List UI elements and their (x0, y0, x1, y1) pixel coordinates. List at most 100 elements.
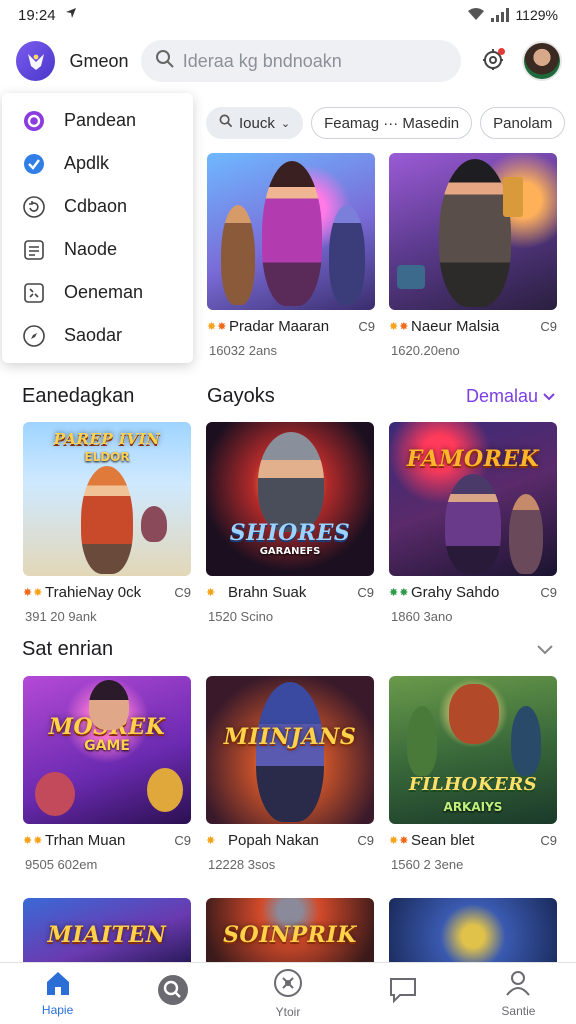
menu-item-label: Oeneman (64, 282, 144, 302)
game-card[interactable]: SOINPRIK (206, 898, 374, 962)
chevron-down-icon: ⌄ (280, 117, 291, 130)
filter-chip-label: Feamag ··· Masedin (324, 114, 460, 132)
hero-figure (439, 159, 511, 307)
menu-item[interactable]: Saodar (2, 314, 193, 357)
game-thumbnail[interactable]: MIAITEN (23, 898, 191, 962)
game-badge: C9 (357, 832, 374, 848)
circle-dot-icon (22, 109, 46, 133)
menu-item[interactable]: Oeneman (2, 271, 193, 314)
search-input[interactable] (182, 50, 443, 72)
game-meta: 12228 3sos (208, 857, 276, 872)
app-header: Gmeon (0, 30, 576, 92)
game-title: Pradar Maaran (229, 317, 330, 335)
game-card[interactable]: ✸ ✸ Pradar Maaran C9 16032 2ans (207, 153, 375, 358)
game-title: Trhan Muan (45, 831, 126, 849)
home-icon (44, 970, 72, 999)
game-thumbnail[interactable]: SHIORES GARANEFS (206, 422, 374, 576)
nav-item-profile[interactable]: Santie (461, 963, 576, 1024)
game-art-subtitle: GARANEFS (259, 546, 321, 557)
game-thumbnail[interactable]: PAREP IVIN ELDOR (23, 422, 191, 576)
game-meta: 1560 2 3ene (391, 857, 464, 872)
hero-figure (449, 684, 499, 744)
hero-figure (81, 466, 133, 574)
filter-chip-label: Iouck (239, 114, 275, 132)
game-card[interactable]: MIAITEN (23, 898, 191, 962)
hero-figure (147, 768, 183, 812)
nav-item-home[interactable]: Hapie (0, 963, 115, 1024)
menu-item-label: Pandean (64, 110, 137, 130)
dropdown-menu: Pandean Apdlk Cdbaon Naode Oeneman Saoda… (2, 93, 193, 363)
filter-chip-label: Panolam (493, 114, 553, 132)
filter-chip[interactable]: Panolam (480, 107, 566, 139)
chevron-down-icon (542, 386, 556, 407)
game-thumbnail[interactable]: MIINJANS (206, 676, 374, 824)
game-card[interactable]: PAREP IVIN ELDOR ✸ ✸ TrahieNay 0ck C9 391… (23, 422, 191, 624)
filter-chip-search[interactable]: Iouck ⌄ (206, 107, 304, 139)
game-card[interactable]: FAMOREK ✸ ✸ Grahy Sahdo C9 1860 3ano (389, 422, 557, 624)
game-thumbnail[interactable] (389, 153, 557, 310)
game-badge: C9 (358, 318, 375, 334)
filter-chip[interactable]: Feamag ··· Masedin (311, 107, 473, 139)
game-card[interactable]: SHIORES GARANEFS ✸ Brahn Suak C9 1520 Sc… (206, 422, 374, 624)
rating-icon: ✸ ✸ (23, 834, 43, 847)
rating-icon: ✸ (206, 586, 216, 599)
game-card[interactable]: MOSREK GAME ✸✸ Trhan Muan C9 9505 602em (23, 676, 191, 872)
game-art-subtitle: ARKAIYS (443, 800, 503, 814)
game-card[interactable]: ✸ ✸ Naeur Malsia C9 1620.20eno (389, 153, 557, 358)
notification-button[interactable] (475, 43, 511, 79)
hero-figure (221, 205, 255, 305)
nav-item-chat[interactable] (346, 963, 461, 1024)
game-art-subtitle: ELDOR (84, 450, 130, 464)
game-thumbnail[interactable]: FILHOKERS ARKAIYS (389, 676, 557, 824)
game-meta: 1520 Scino (208, 609, 274, 624)
nav-item-search[interactable] (115, 963, 230, 1024)
search-icon (155, 49, 175, 74)
game-badge: C9 (174, 584, 191, 600)
game-art-title: FAMOREK (406, 446, 540, 472)
game-meta: 9505 602em (25, 857, 98, 872)
hero-figure (329, 205, 365, 305)
bottom-nav: Hapie Ytoir Santie (0, 962, 576, 1024)
game-card[interactable]: MIINJANS ✸ Popah Nakan C9 12228 3sos (206, 676, 374, 872)
hero-figure (262, 161, 322, 306)
nav-item-label: Santie (501, 1004, 536, 1018)
game-art-title: MIINJANS (223, 724, 357, 750)
avatar[interactable] (522, 41, 562, 81)
game-thumbnail[interactable]: MOSREK GAME (23, 676, 191, 824)
menu-item[interactable]: Pandean (2, 99, 193, 142)
game-thumbnail[interactable]: FAMOREK (389, 422, 557, 576)
search-box[interactable] (140, 40, 461, 82)
game-thumbnail[interactable]: SOINPRIK (206, 898, 374, 962)
game-thumbnail[interactable] (389, 898, 557, 962)
app-logo-icon[interactable] (16, 41, 56, 81)
location-icon (64, 6, 78, 24)
game-thumbnail[interactable] (207, 153, 375, 310)
menu-item-label: Apdlk (64, 153, 110, 173)
status-time: 19:24 (18, 6, 56, 24)
signal-icon (491, 8, 510, 22)
see-more-link[interactable]: Demalau (466, 386, 556, 407)
hero-figure (258, 432, 324, 532)
menu-item[interactable]: Naode (2, 228, 193, 271)
rating-icon: ✸ ✸ (23, 586, 43, 599)
compass-icon (22, 324, 46, 348)
game-art-title: SHIORES (229, 520, 351, 546)
game-card[interactable] (389, 898, 557, 962)
nav-item-explore[interactable]: Ytoir (230, 963, 345, 1024)
game-badge: C9 (540, 318, 557, 334)
hero-figure (35, 772, 75, 816)
game-title: Naeur Malsia (411, 317, 500, 335)
game-card[interactable]: FILHOKERS ARKAIYS ✸ ✸ Sean blet C9 1560 2… (389, 676, 557, 872)
game-art-title: FILHOKERS (408, 774, 538, 795)
game-badge: C9 (357, 584, 374, 600)
rating-icon: ✸ (206, 834, 216, 847)
game-badge: C9 (174, 832, 191, 848)
menu-item[interactable]: Cdbaon (2, 185, 193, 228)
game-meta: 1620.20eno (391, 343, 460, 358)
expand-icon (22, 281, 46, 305)
game-badge: C9 (540, 584, 557, 600)
chevron-down-icon[interactable] (536, 643, 554, 661)
menu-item[interactable]: Apdlk (2, 142, 193, 185)
profile-icon (504, 969, 532, 1000)
section-title: Gayoks (207, 385, 275, 407)
